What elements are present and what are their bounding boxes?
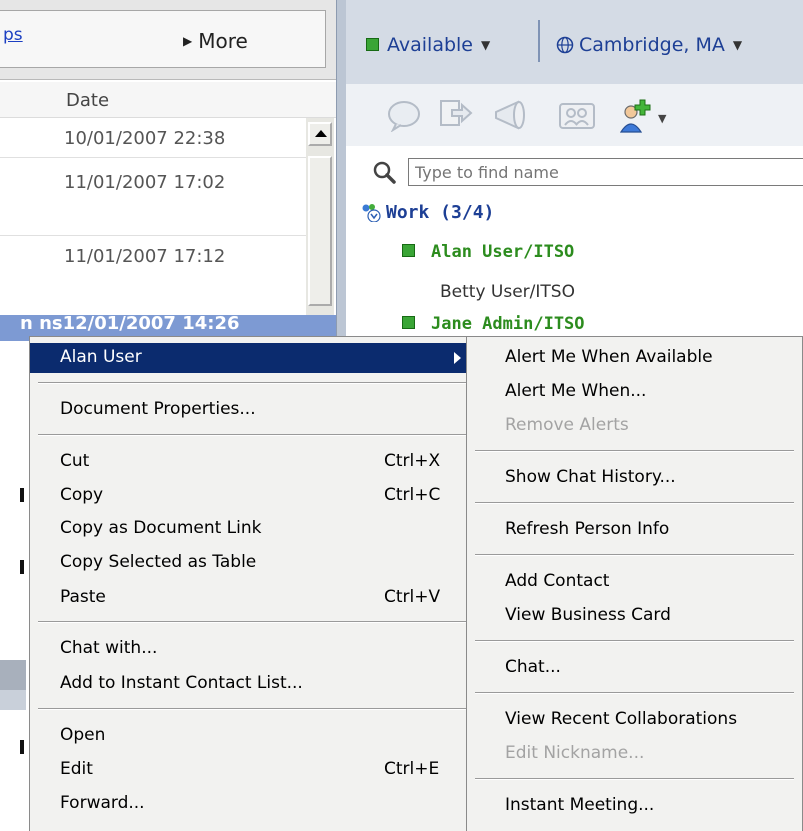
menu-item-alert-when-available[interactable]: Alert Me When Available — [467, 343, 802, 373]
menu-item-copy[interactable]: Copy Ctrl+C — [30, 481, 475, 511]
contact-group-work[interactable]: Work (3/4) — [360, 202, 494, 223]
menu-separator — [38, 708, 467, 710]
row-fragment — [20, 560, 24, 574]
person-submenu: Alert Me When Available Alert Me When...… — [466, 336, 803, 831]
context-menu: Alan User Document Properties... Cut Ctrl… — [29, 336, 476, 831]
chevron-down-icon[interactable]: ▼ — [658, 112, 666, 125]
menu-item-copy-table[interactable]: Copy Selected as Table — [30, 548, 475, 578]
shortcut-label: Ctrl+X — [384, 451, 441, 471]
chat-bubble-icon[interactable] — [386, 98, 424, 132]
menu-separator — [475, 450, 794, 452]
menu-separator — [38, 382, 467, 384]
online-status-icon — [402, 316, 415, 329]
available-status-icon — [366, 38, 379, 51]
menu-item-add-contact[interactable]: Add Contact — [467, 567, 802, 597]
group-icon — [362, 204, 381, 222]
menu-item-edit-nickname: Edit Nickname... — [505, 743, 645, 763]
shortcut-label: Ctrl+C — [384, 485, 441, 505]
menu-separator — [475, 692, 794, 694]
menu-separator — [38, 621, 467, 623]
find-name-bar — [346, 146, 803, 190]
menu-item-chat-history[interactable]: Show Chat History... — [467, 463, 802, 493]
row-date: 11/01/2007 17:02 — [64, 172, 226, 193]
menu-separator — [475, 640, 794, 642]
row-fragment — [0, 660, 26, 690]
menu-item-forward[interactable]: Forward... — [30, 789, 475, 819]
contact-item[interactable]: Alan User/ITSO — [402, 242, 574, 262]
scroll-up-arrow-icon[interactable] — [308, 122, 332, 146]
row-fragment — [20, 740, 24, 754]
contact-name: Jane Admin/ITSO — [431, 314, 585, 334]
row-fragment — [20, 488, 24, 502]
menu-item-open[interactable]: Open — [30, 721, 475, 751]
contact-item[interactable]: Betty User/ITSO — [440, 282, 575, 302]
menu-item-alert-me-when[interactable]: Alert Me When... — [467, 377, 802, 407]
menu-item-refresh-person-info[interactable]: Refresh Person Info — [467, 515, 802, 545]
triangle-right-icon: ▶ — [183, 34, 193, 48]
globe-icon — [556, 36, 574, 54]
date-column-header[interactable]: Date — [66, 90, 109, 111]
selected-row-text: n ns12/01/2007 14:26 — [20, 315, 240, 334]
menu-separator — [38, 434, 467, 436]
chevron-down-icon: ▼ — [732, 38, 743, 52]
menu-item-edit[interactable]: Edit Ctrl+E — [30, 755, 475, 785]
find-name-input[interactable] — [408, 158, 803, 186]
shortcut-label: Ctrl+V — [384, 587, 441, 607]
add-contact-icon[interactable] — [618, 98, 652, 134]
menu-item-cut[interactable]: Cut Ctrl+X — [30, 447, 475, 477]
toolbar-link[interactable]: ps — [3, 25, 23, 45]
menu-separator — [475, 778, 794, 780]
table-row[interactable]: 11/01/2007 17:02 — [0, 158, 306, 236]
status-label: Available — [387, 34, 474, 56]
menu-item-recent-collaborations[interactable]: View Recent Collaborations — [467, 705, 802, 735]
menu-item-add-instant-contact[interactable]: Add to Instant Contact List... — [30, 669, 475, 699]
row-date: 11/01/2007 17:12 — [64, 246, 226, 267]
megaphone-icon[interactable] — [492, 98, 530, 132]
menu-item-paste[interactable]: Paste Ctrl+V — [30, 583, 475, 613]
divider — [538, 20, 540, 62]
menu-item-alan-user[interactable]: Alan User — [30, 343, 475, 373]
contact-name: Betty User/ITSO — [440, 282, 575, 302]
share-icon[interactable] — [438, 98, 474, 132]
status-bar: Available ▼ Cambridge, MA ▼ — [346, 0, 803, 84]
location-dropdown[interactable]: Cambridge, MA ▼ — [556, 34, 742, 56]
chevron-down-icon: ▼ — [481, 38, 491, 52]
more-button[interactable]: ▶ More — [183, 29, 248, 53]
status-dropdown[interactable]: Available ▼ — [366, 34, 490, 56]
menu-item-chat[interactable]: Chat... — [467, 653, 802, 683]
scroll-thumb[interactable] — [308, 156, 332, 306]
view-action-bar: ps ▶ More — [0, 10, 326, 68]
menu-item-remove-alerts: Remove Alerts — [505, 415, 629, 435]
group-label: Work (3/4) — [386, 202, 495, 223]
menu-item-view-business-card[interactable]: View Business Card — [467, 601, 802, 631]
row-fragment — [0, 690, 26, 710]
column-header-row: Date — [0, 82, 336, 118]
row-date: 10/01/2007 22:38 — [64, 128, 226, 149]
contact-item[interactable]: Jane Admin/ITSO — [402, 314, 585, 334]
view-toolbar: ps ▶ More — [0, 0, 336, 80]
shortcut-label: Ctrl+E — [384, 759, 440, 779]
menu-item-chat-with[interactable]: Chat with... — [30, 634, 475, 664]
menu-item-document-properties[interactable]: Document Properties... — [30, 395, 475, 425]
menu-item-instant-meeting[interactable]: Instant Meeting... — [467, 791, 802, 821]
menu-item-copy-document-link[interactable]: Copy as Document Link — [30, 514, 475, 544]
more-label: More — [198, 29, 248, 53]
table-row[interactable]: 10/01/2007 22:38 — [0, 118, 306, 158]
online-status-icon — [402, 244, 415, 257]
location-label: Cambridge, MA — [579, 34, 725, 56]
contact-name: Alan User/ITSO — [431, 242, 575, 262]
table-row[interactable]: 11/01/2007 17:12 — [0, 236, 306, 316]
search-icon — [373, 161, 396, 184]
menu-separator — [475, 502, 794, 504]
submenu-arrow-icon — [454, 352, 461, 364]
menu-separator — [475, 554, 794, 556]
meeting-icon[interactable] — [558, 98, 598, 132]
contacts-toolbar: ▼ — [346, 84, 803, 146]
